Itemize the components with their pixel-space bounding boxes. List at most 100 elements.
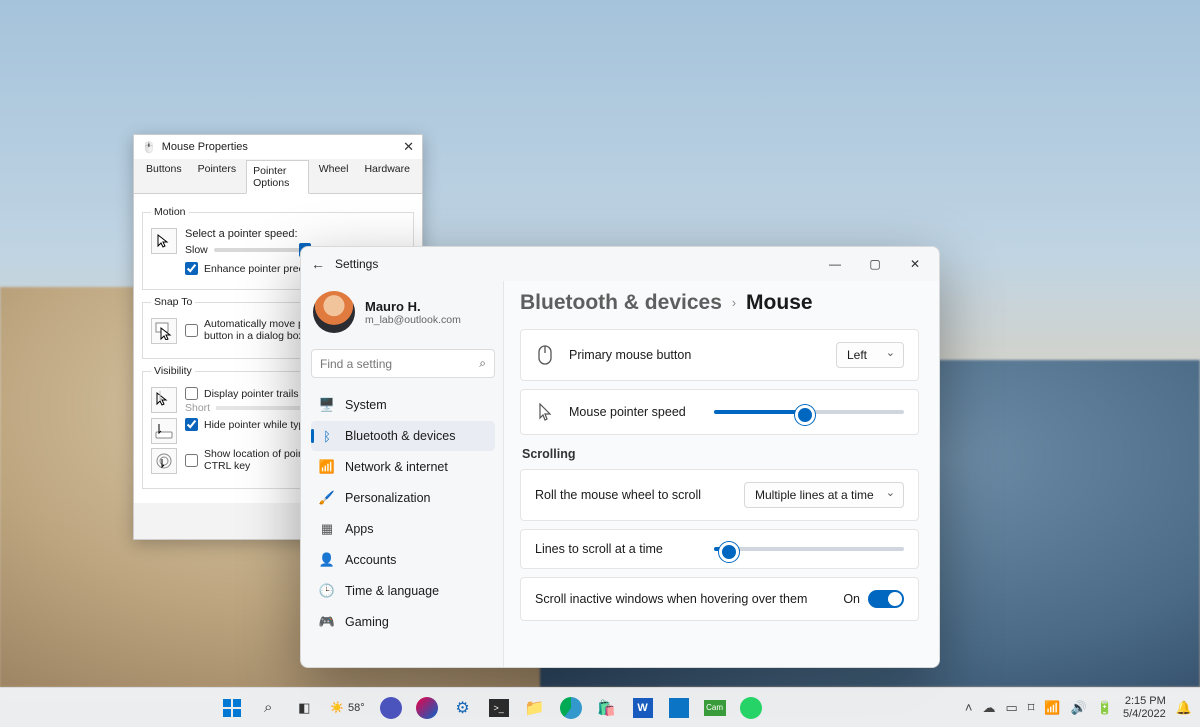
gear-icon: ⚙ <box>455 698 469 718</box>
sidebar-item-system[interactable]: 🖥️System <box>311 390 495 420</box>
apps-icon: ▦ <box>319 521 335 537</box>
notifications-icon[interactable]: 🔔 <box>1176 700 1192 716</box>
taskbar-app-terminal[interactable]: >_ <box>483 692 515 724</box>
tray-volume-icon[interactable]: 🔊 <box>1071 700 1087 716</box>
start-button[interactable] <box>216 692 248 724</box>
group-snap-legend: Snap To <box>151 296 195 308</box>
taskbar-app-teams[interactable] <box>375 692 407 724</box>
tab-pointers[interactable]: Pointers <box>192 159 243 193</box>
hide-typing-checkbox[interactable] <box>185 418 198 431</box>
close-button[interactable]: ✕ <box>895 249 935 279</box>
sidebar-item-apps[interactable]: ▦Apps <box>311 514 495 544</box>
user-account-block[interactable]: Mauro H. m_lab@outlook.com <box>311 287 495 341</box>
back-icon[interactable]: ← <box>311 256 325 272</box>
snap-to-checkbox[interactable] <box>185 324 198 337</box>
user-name: Mauro H. <box>365 299 461 314</box>
gaming-icon: 🎮 <box>319 614 335 630</box>
taskbar-clock[interactable]: 2:15 PM 5/4/2022 <box>1123 695 1166 720</box>
pointer-speed-row: Mouse pointer speed <box>520 389 919 435</box>
pointer-speed-slider[interactable] <box>714 410 904 414</box>
pointer-speed-label: Mouse pointer speed <box>569 405 700 419</box>
mouse-properties-titlebar[interactable]: 🖱️ Mouse Properties ✕ <box>134 135 422 159</box>
weather-widget[interactable]: ☀️ 58° <box>324 701 370 714</box>
camtasia-icon: Cam <box>704 700 726 716</box>
primary-mouse-button-label: Primary mouse button <box>569 348 822 362</box>
scroll-inactive-toggle[interactable] <box>868 590 904 608</box>
scroll-inactive-label: Scroll inactive windows when hovering ov… <box>535 592 829 606</box>
scrolling-section-title: Scrolling <box>522 447 919 461</box>
tab-wheel[interactable]: Wheel <box>313 159 355 193</box>
chevron-right-icon: › <box>732 296 736 310</box>
sidebar-item-label: Bluetooth & devices <box>345 429 456 443</box>
minimize-button[interactable]: — <box>815 249 855 279</box>
edge-icon <box>560 697 582 719</box>
taskbar-app-edge[interactable] <box>555 692 587 724</box>
tray-dropbox-icon[interactable]: ⌑ <box>1028 700 1035 716</box>
taskbar-app-settings[interactable]: ⚙ <box>447 692 479 724</box>
word-icon: W <box>633 698 653 718</box>
taskbar: ⌕ ◧ ☀️ 58° ⚙ >_ 📁 🛍️ W Cam ˄ ☁ ▭ ⌑ 📶 🔊 🔋… <box>0 687 1200 727</box>
tray-meet-icon[interactable]: ▭ <box>1005 700 1017 716</box>
lines-scroll-slider[interactable] <box>714 547 904 551</box>
primary-mouse-button-row: Primary mouse button Left <box>520 329 919 381</box>
folder-icon: 📁 <box>525 698 545 718</box>
close-icon[interactable]: ✕ <box>403 139 414 155</box>
network-internet-icon: 📶 <box>319 459 335 475</box>
sidebar-item-time-language[interactable]: 🕒Time & language <box>311 576 495 606</box>
taskbar-app-explorer[interactable]: 📁 <box>519 692 551 724</box>
mouse-properties-title: Mouse Properties <box>162 141 248 153</box>
sidebar-item-bluetooth-devices[interactable]: ᛒ Bluetooth & devices <box>311 421 495 451</box>
roll-wheel-row: Roll the mouse wheel to scroll Multiple … <box>520 469 919 521</box>
terminal-icon: >_ <box>489 699 509 717</box>
roll-wheel-label: Roll the mouse wheel to scroll <box>535 488 730 502</box>
sidebar-item-gaming[interactable]: 🎮 Gaming <box>311 607 495 637</box>
sidebar-item-personalization[interactable]: 🖌️Personalization <box>311 483 495 513</box>
tray-onedrive-icon[interactable]: ☁ <box>982 700 995 716</box>
sidebar-item-label: Accounts <box>345 553 396 567</box>
maximize-button[interactable]: ▢ <box>855 249 895 279</box>
pointer-speed-label: Select a pointer speed: <box>185 228 405 240</box>
taskbar-app-vscode[interactable] <box>663 692 695 724</box>
breadcrumb-parent[interactable]: Bluetooth & devices <box>520 291 722 315</box>
cursor-icon <box>535 402 555 422</box>
clock-time: 2:15 PM <box>1123 695 1166 708</box>
show-location-checkbox[interactable] <box>185 454 198 467</box>
roll-wheel-dropdown[interactable]: Multiple lines at a time <box>744 482 904 508</box>
sidebar-item-label: Gaming <box>345 615 389 629</box>
enhance-precision-checkbox[interactable] <box>185 262 198 275</box>
pointer-speed-icon <box>151 228 177 254</box>
sidebar-item-label: Time & language <box>345 584 439 598</box>
bluetooth-devices-icon: ᛒ <box>319 428 335 444</box>
pointer-speed-slow: Slow <box>185 244 208 256</box>
tab-buttons[interactable]: Buttons <box>140 159 188 193</box>
tab-pointer-options[interactable]: Pointer Options <box>246 160 309 194</box>
taskbar-app-camtasia[interactable]: Cam <box>699 692 731 724</box>
sidebar-item-accounts[interactable]: 👤 Accounts <box>311 545 495 575</box>
settings-titlebar[interactable]: ← Settings — ▢ ✕ <box>301 247 939 281</box>
search-input[interactable]: Find a setting ⌕ <box>311 349 495 378</box>
search-icon: ⌕ <box>264 699 272 716</box>
taskbar-app-whatsapp[interactable] <box>735 692 767 724</box>
tray-battery-icon[interactable]: 🔋 <box>1097 700 1113 716</box>
display-trails-label: Display pointer trails <box>204 388 299 400</box>
primary-mouse-button-dropdown[interactable]: Left <box>836 342 904 368</box>
trails-short-label: Short <box>185 402 210 414</box>
store-icon: 🛍️ <box>597 699 616 717</box>
taskbar-app-store[interactable]: 🛍️ <box>591 692 623 724</box>
sidebar-item-network-internet[interactable]: 📶Network & internet <box>311 452 495 482</box>
taskbar-app-photos[interactable] <box>411 692 443 724</box>
accounts-icon: 👤 <box>319 552 335 568</box>
taskbar-app-word[interactable]: W <box>627 692 659 724</box>
lines-scroll-row: Lines to scroll at a time <box>520 529 919 569</box>
hide-typing-icon <box>151 418 177 444</box>
display-trails-checkbox[interactable] <box>185 387 198 400</box>
group-motion-legend: Motion <box>151 206 189 218</box>
task-view-button[interactable]: ◧ <box>288 692 320 724</box>
settings-sidebar: Mauro H. m_lab@outlook.com Find a settin… <box>301 281 503 667</box>
tray-chevron-icon[interactable]: ˄ <box>965 700 973 715</box>
user-email: m_lab@outlook.com <box>365 314 461 326</box>
search-placeholder: Find a setting <box>320 357 392 371</box>
tab-hardware[interactable]: Hardware <box>358 159 416 193</box>
taskbar-search[interactable]: ⌕ <box>252 692 284 724</box>
tray-wifi-icon[interactable]: 📶 <box>1044 700 1060 716</box>
